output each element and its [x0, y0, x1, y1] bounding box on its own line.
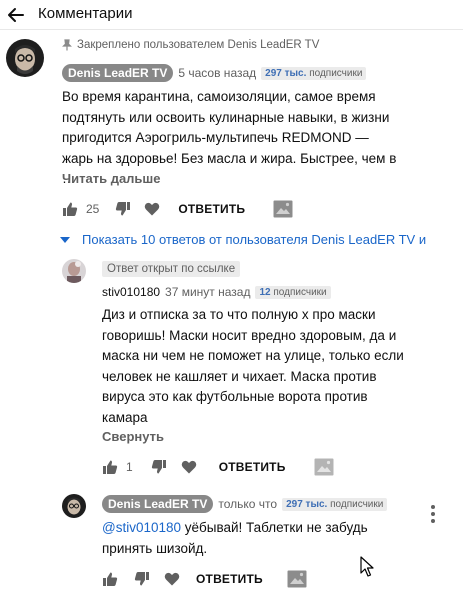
pinned-text: Закреплено пользователем Denis LeadER TV: [77, 39, 320, 51]
more-vert-icon[interactable]: [427, 504, 439, 524]
reply-button[interactable]: ОТВЕТИТЬ: [196, 572, 263, 586]
avatar[interactable]: [6, 39, 44, 77]
avatar[interactable]: [62, 494, 86, 518]
image-reply-icon[interactable]: [273, 200, 293, 218]
dislike-icon[interactable]: [151, 459, 167, 475]
reply-text: @stiv010180 уёбывай! Таблетки не забудь …: [102, 518, 402, 559]
image-reply-icon[interactable]: [314, 458, 334, 476]
linked-reply-label: Ответ открыт по ссылке: [102, 261, 241, 277]
collapse-link[interactable]: Свернуть: [102, 429, 164, 444]
timestamp[interactable]: только что: [218, 497, 277, 511]
show-replies-toggle[interactable]: Показать 10 ответов от пользователя Deni…: [60, 232, 426, 247]
comment-actions: 25 ОТВЕТИТЬ: [62, 200, 293, 218]
like-count: 25: [86, 202, 100, 216]
subscriber-count: 297 тыс.: [286, 498, 328, 510]
reply-actions: ОТВЕТИТЬ: [102, 570, 307, 588]
avatar[interactable]: [62, 259, 86, 283]
reply-actions: 1 ОТВЕТИТЬ: [102, 458, 334, 476]
author-name[interactable]: Denis LeadER TV: [62, 64, 174, 82]
subscriber-label: подписчики: [309, 67, 363, 79]
dislike-icon[interactable]: [115, 201, 131, 217]
reply-button[interactable]: ОТВЕТИТЬ: [219, 460, 286, 474]
author-name[interactable]: stiv010180: [102, 285, 160, 299]
subscriber-label: подписчики: [330, 498, 384, 510]
show-replies-text: Показать 10 ответов от пользователя Deni…: [82, 232, 427, 247]
back-arrow-icon[interactable]: [6, 5, 26, 25]
like-icon[interactable]: [102, 571, 118, 587]
like-icon[interactable]: [62, 201, 78, 217]
reply-meta: Denis LeadER TV только что 297 тыс. подп…: [102, 495, 388, 513]
subscriber-count: 12: [259, 286, 271, 298]
subscriber-badge: 297 тыс. подписчики: [261, 66, 367, 80]
timestamp[interactable]: 37 минут назад: [165, 285, 250, 299]
comment-meta: Denis LeadER TV 5 часов назад 297 тыс. п…: [62, 64, 367, 82]
reply-button[interactable]: ОТВЕТИТЬ: [178, 202, 245, 216]
page-title: Комментарии: [38, 5, 133, 22]
reply-text: Диз и отписка за то что полную х про мас…: [102, 307, 404, 425]
caret-down-icon: [60, 236, 70, 243]
read-more-link[interactable]: Читать дальше: [62, 171, 161, 186]
subscriber-label: подписчики: [273, 286, 327, 298]
image-reply-icon[interactable]: [287, 570, 307, 588]
subscriber-badge: 297 тыс. подписчики: [282, 497, 388, 511]
subscriber-badge: 12 подписчики: [255, 285, 331, 299]
top-bar: Комментарии: [0, 0, 463, 30]
author-name[interactable]: Denis LeadER TV: [102, 495, 214, 513]
mention-link[interactable]: @stiv010180: [102, 520, 181, 535]
reply-meta: stiv010180 37 минут назад 12 подписчики: [102, 285, 331, 299]
dislike-icon[interactable]: [134, 571, 150, 587]
pin-icon: [62, 39, 72, 51]
subscriber-count: 297 тыс.: [265, 67, 307, 79]
like-count: 1: [126, 460, 133, 474]
pinned-indicator: Закреплено пользователем Denis LeadER TV: [62, 39, 319, 51]
heart-icon[interactable]: [144, 201, 160, 217]
like-icon[interactable]: [102, 459, 118, 475]
timestamp[interactable]: 5 часов назад: [178, 66, 256, 80]
mouse-cursor-icon: [360, 556, 374, 577]
heart-icon[interactable]: [164, 571, 180, 587]
heart-icon[interactable]: [181, 459, 197, 475]
